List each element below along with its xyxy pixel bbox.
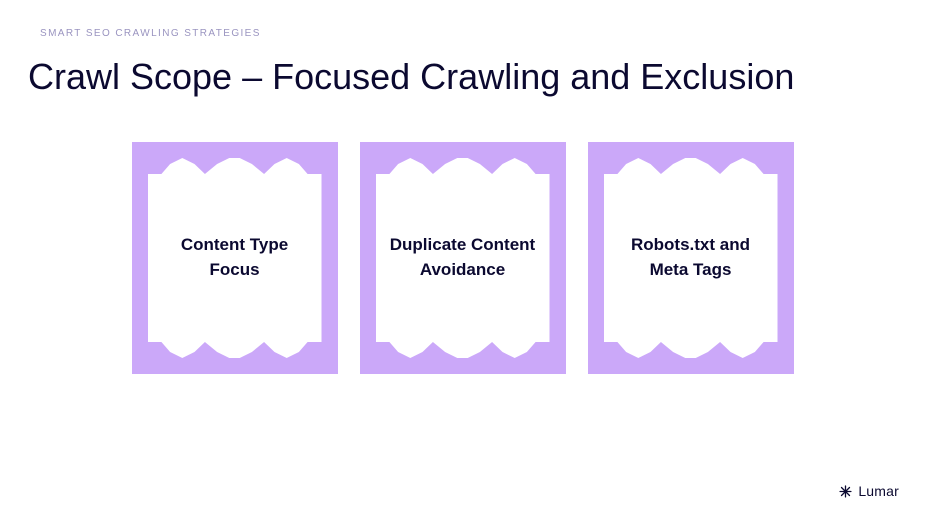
eyebrow-text: SMART SEO CRAWLING STRATEGIES (40, 28, 261, 39)
brand-name: Lumar (858, 483, 899, 499)
card-label: Content Type Focus (160, 233, 310, 282)
card-robots-meta-tags: Robots.txt and Meta Tags (588, 142, 794, 374)
brand-icon (839, 485, 852, 498)
card-duplicate-content-avoidance: Duplicate Content Avoidance (360, 142, 566, 374)
slide-title: Crawl Scope – Focused Crawling and Exclu… (28, 56, 794, 98)
card-row: Content Type Focus Duplicate Content Avo… (0, 142, 925, 374)
card-label: Duplicate Content Avoidance (388, 233, 538, 282)
card-inner: Content Type Focus (148, 158, 322, 358)
slide: SMART SEO CRAWLING STRATEGIES Crawl Scop… (0, 0, 925, 519)
card-inner: Duplicate Content Avoidance (376, 158, 550, 358)
card-label: Robots.txt and Meta Tags (616, 233, 766, 282)
card-inner: Robots.txt and Meta Tags (604, 158, 778, 358)
brand-logo: Lumar (839, 483, 899, 499)
card-content-type-focus: Content Type Focus (132, 142, 338, 374)
